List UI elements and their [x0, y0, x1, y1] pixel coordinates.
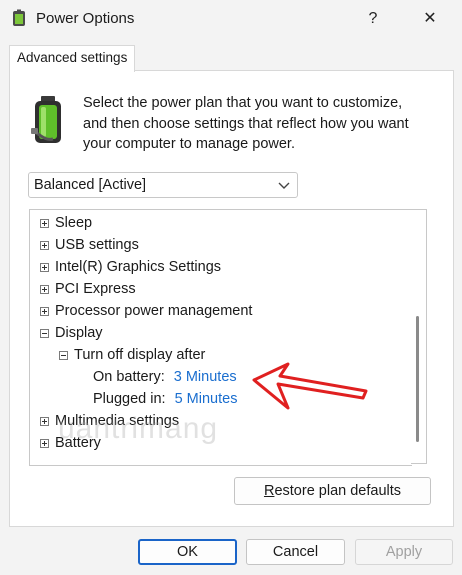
restore-plan-defaults-button[interactable]: Restore plan defaults [234, 477, 431, 505]
tree-item-label: Turn off display after [74, 347, 206, 363]
collapse-icon[interactable] [59, 351, 68, 360]
tab-advanced-settings[interactable]: Advanced settings [9, 45, 135, 72]
expand-icon[interactable] [40, 263, 49, 272]
battery-plug-icon [31, 96, 61, 143]
expand-icon[interactable] [40, 439, 49, 448]
power-options-icon [13, 9, 25, 26]
expand-icon[interactable] [40, 219, 49, 228]
setting-label: Plugged in: [93, 391, 166, 407]
power-plan-select[interactable]: Balanced [Active] [28, 172, 298, 198]
description-text: Select the power plan that you want to c… [83, 95, 409, 152]
tree-item-label: PCI Express [55, 281, 136, 297]
tree-item-label: Battery [55, 435, 101, 451]
power-plan-value: Balanced [Active] [34, 177, 147, 193]
tree-scrollbar[interactable] [411, 209, 427, 464]
expand-icon[interactable] [40, 417, 49, 426]
tab-label: Advanced settings [17, 50, 128, 65]
restore-accelerator: R [263, 483, 275, 499]
expand-icon[interactable] [40, 285, 49, 294]
scrollbar-thumb[interactable] [416, 316, 419, 442]
cancel-button[interactable]: Cancel [246, 539, 345, 565]
chevron-down-icon [278, 182, 290, 189]
tree-item-label: Intel(R) Graphics Settings [55, 259, 222, 275]
tree-item-label: Multimedia settings [55, 413, 180, 429]
tree-item-label: USB settings [55, 237, 139, 253]
setting-on-battery[interactable]: On battery: 3 Minutes [93, 366, 237, 388]
help-button[interactable]: ? [358, 8, 388, 30]
collapse-icon[interactable] [40, 329, 49, 338]
tree-item-label: Sleep [55, 215, 93, 231]
settings-tree[interactable]: Sleep USB settings Intel(R) Graphics Set… [29, 209, 412, 466]
expand-icon[interactable] [40, 307, 49, 316]
apply-button[interactable]: Apply [355, 539, 453, 565]
tree-item-label: Processor power management [55, 303, 253, 319]
close-button[interactable]: ✕ [415, 8, 445, 30]
window-title: Power Options [36, 10, 135, 27]
red-arrow-icon [252, 362, 368, 410]
restore-label: estore plan defaults [274, 483, 402, 499]
on-battery-value[interactable]: 3 Minutes [174, 369, 237, 385]
title-bar: Power Options ? ✕ [0, 0, 462, 40]
setting-plugged-in[interactable]: Plugged in: 5 Minutes [93, 388, 237, 410]
setting-label: On battery: [93, 369, 165, 385]
expand-icon[interactable] [40, 241, 49, 250]
plugged-in-value[interactable]: 5 Minutes [175, 391, 238, 407]
tree-item-label: Display [55, 325, 103, 341]
ok-button[interactable]: OK [138, 539, 237, 565]
